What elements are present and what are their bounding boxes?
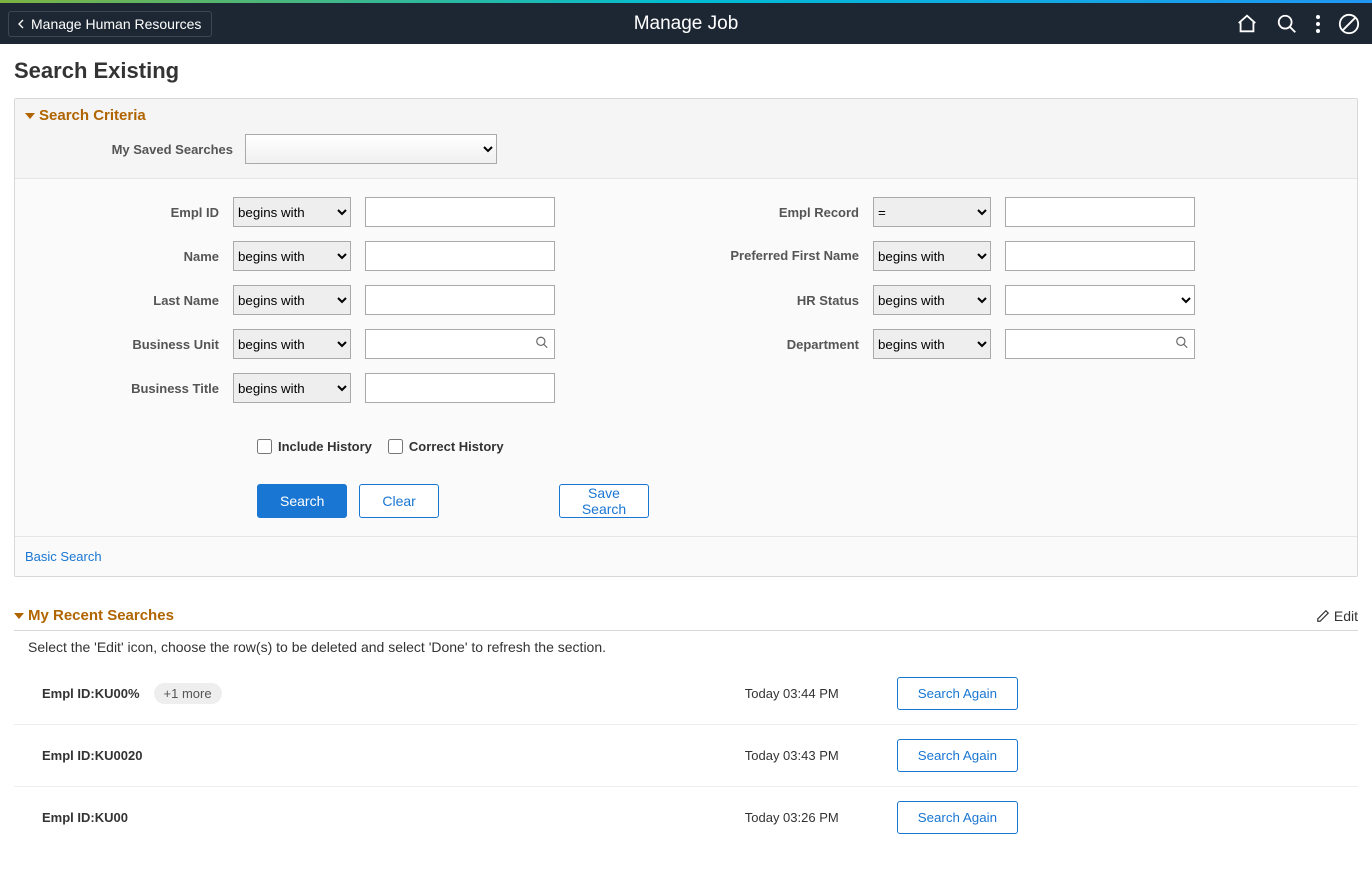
business-unit-input[interactable] bbox=[365, 329, 555, 359]
search-criteria-panel: Search Criteria My Saved Searches Empl I… bbox=[14, 98, 1358, 577]
business-title-label: Business Title bbox=[25, 381, 233, 396]
empl-record-input[interactable] bbox=[1005, 197, 1195, 227]
last-name-operator[interactable]: begins with bbox=[233, 285, 351, 315]
pencil-icon bbox=[1316, 609, 1330, 623]
clear-button[interactable]: Clear bbox=[359, 484, 438, 518]
department-input[interactable] bbox=[1005, 329, 1195, 359]
hr-status-select[interactable] bbox=[1005, 285, 1195, 315]
last-name-input[interactable] bbox=[365, 285, 555, 315]
recent-row-label: Empl ID:KU00% bbox=[42, 686, 140, 701]
recent-title: My Recent Searches bbox=[28, 607, 174, 624]
correct-history-label: Correct History bbox=[409, 439, 504, 454]
topbar: Manage Human Resources Manage Job bbox=[0, 3, 1372, 44]
saved-searches-label: My Saved Searches bbox=[25, 142, 233, 157]
empl-record-label: Empl Record bbox=[665, 205, 873, 220]
correct-history-check[interactable]: Correct History bbox=[388, 439, 504, 454]
name-input[interactable] bbox=[365, 241, 555, 271]
search-icon[interactable] bbox=[1276, 13, 1298, 35]
collapse-triangle-icon bbox=[25, 113, 35, 119]
pref-first-name-operator[interactable]: begins with bbox=[873, 241, 991, 271]
nav-compass-icon[interactable] bbox=[1338, 13, 1360, 35]
page-title: Search Existing bbox=[14, 58, 1358, 84]
recent-header-toggle[interactable]: My Recent Searches bbox=[14, 607, 174, 624]
recent-row-label: Empl ID:KU0020 bbox=[42, 748, 142, 763]
business-title-input[interactable] bbox=[365, 373, 555, 403]
search-again-button[interactable]: Search Again bbox=[897, 677, 1018, 710]
recent-searches-section: My Recent Searches Edit Select the 'Edit… bbox=[14, 607, 1358, 848]
business-unit-label: Business Unit bbox=[25, 337, 233, 352]
edit-label: Edit bbox=[1334, 608, 1358, 624]
more-badge[interactable]: +1 more bbox=[154, 683, 222, 704]
back-label: Manage Human Resources bbox=[31, 16, 201, 32]
pref-first-name-input[interactable] bbox=[1005, 241, 1195, 271]
hr-status-operator[interactable]: begins with bbox=[873, 285, 991, 315]
empl-id-label: Empl ID bbox=[25, 205, 233, 220]
empl-record-operator[interactable]: = bbox=[873, 197, 991, 227]
business-title-operator[interactable]: begins with bbox=[233, 373, 351, 403]
search-again-button[interactable]: Search Again bbox=[897, 801, 1018, 834]
include-history-label: Include History bbox=[278, 439, 372, 454]
collapse-triangle-icon bbox=[14, 613, 24, 619]
basic-search-link[interactable]: Basic Search bbox=[25, 549, 102, 564]
pref-first-name-label: Preferred First Name bbox=[665, 248, 873, 264]
recent-row-time: Today 03:44 PM bbox=[699, 686, 839, 701]
recent-row: Empl ID:KU00Today 03:26 PMSearch Again bbox=[14, 786, 1358, 848]
lookup-icon[interactable] bbox=[1175, 336, 1189, 353]
recent-row: Empl ID:KU0020 Today 03:43 PM Search Again bbox=[14, 724, 1358, 786]
more-menu-icon[interactable] bbox=[1316, 15, 1320, 33]
recent-row: Empl ID:KU00% +1 more Today 03:44 PM Search… bbox=[14, 663, 1358, 724]
criteria-header[interactable]: Search Criteria bbox=[15, 99, 1357, 134]
name-operator[interactable]: begins with bbox=[233, 241, 351, 271]
topbar-actions bbox=[1236, 13, 1364, 35]
business-unit-operator[interactable]: begins with bbox=[233, 329, 351, 359]
saved-searches-select[interactable] bbox=[245, 134, 497, 164]
save-search-button[interactable]: Save Search bbox=[559, 484, 649, 518]
page-header-title: Manage Job bbox=[634, 13, 739, 35]
empl-id-input[interactable] bbox=[365, 197, 555, 227]
search-again-button[interactable]: Search Again bbox=[897, 739, 1018, 772]
recent-help-text: Select the 'Edit' icon, choose the row(s… bbox=[14, 631, 1358, 663]
lookup-icon[interactable] bbox=[535, 336, 549, 353]
edit-recent-button[interactable]: Edit bbox=[1316, 608, 1358, 624]
name-label: Name bbox=[25, 249, 233, 264]
recent-row-time: Today 03:43 PM bbox=[699, 748, 839, 763]
search-button[interactable]: Search bbox=[257, 484, 347, 518]
department-operator[interactable]: begins with bbox=[873, 329, 991, 359]
department-label: Department bbox=[665, 337, 873, 352]
empl-id-operator[interactable]: begins with bbox=[233, 197, 351, 227]
criteria-title: Search Criteria bbox=[39, 107, 146, 124]
chevron-left-icon bbox=[13, 16, 29, 32]
back-button[interactable]: Manage Human Resources bbox=[8, 11, 212, 37]
last-name-label: Last Name bbox=[25, 293, 233, 308]
home-icon[interactable] bbox=[1236, 13, 1258, 35]
include-history-check[interactable]: Include History bbox=[257, 439, 372, 454]
hr-status-label: HR Status bbox=[665, 293, 873, 308]
